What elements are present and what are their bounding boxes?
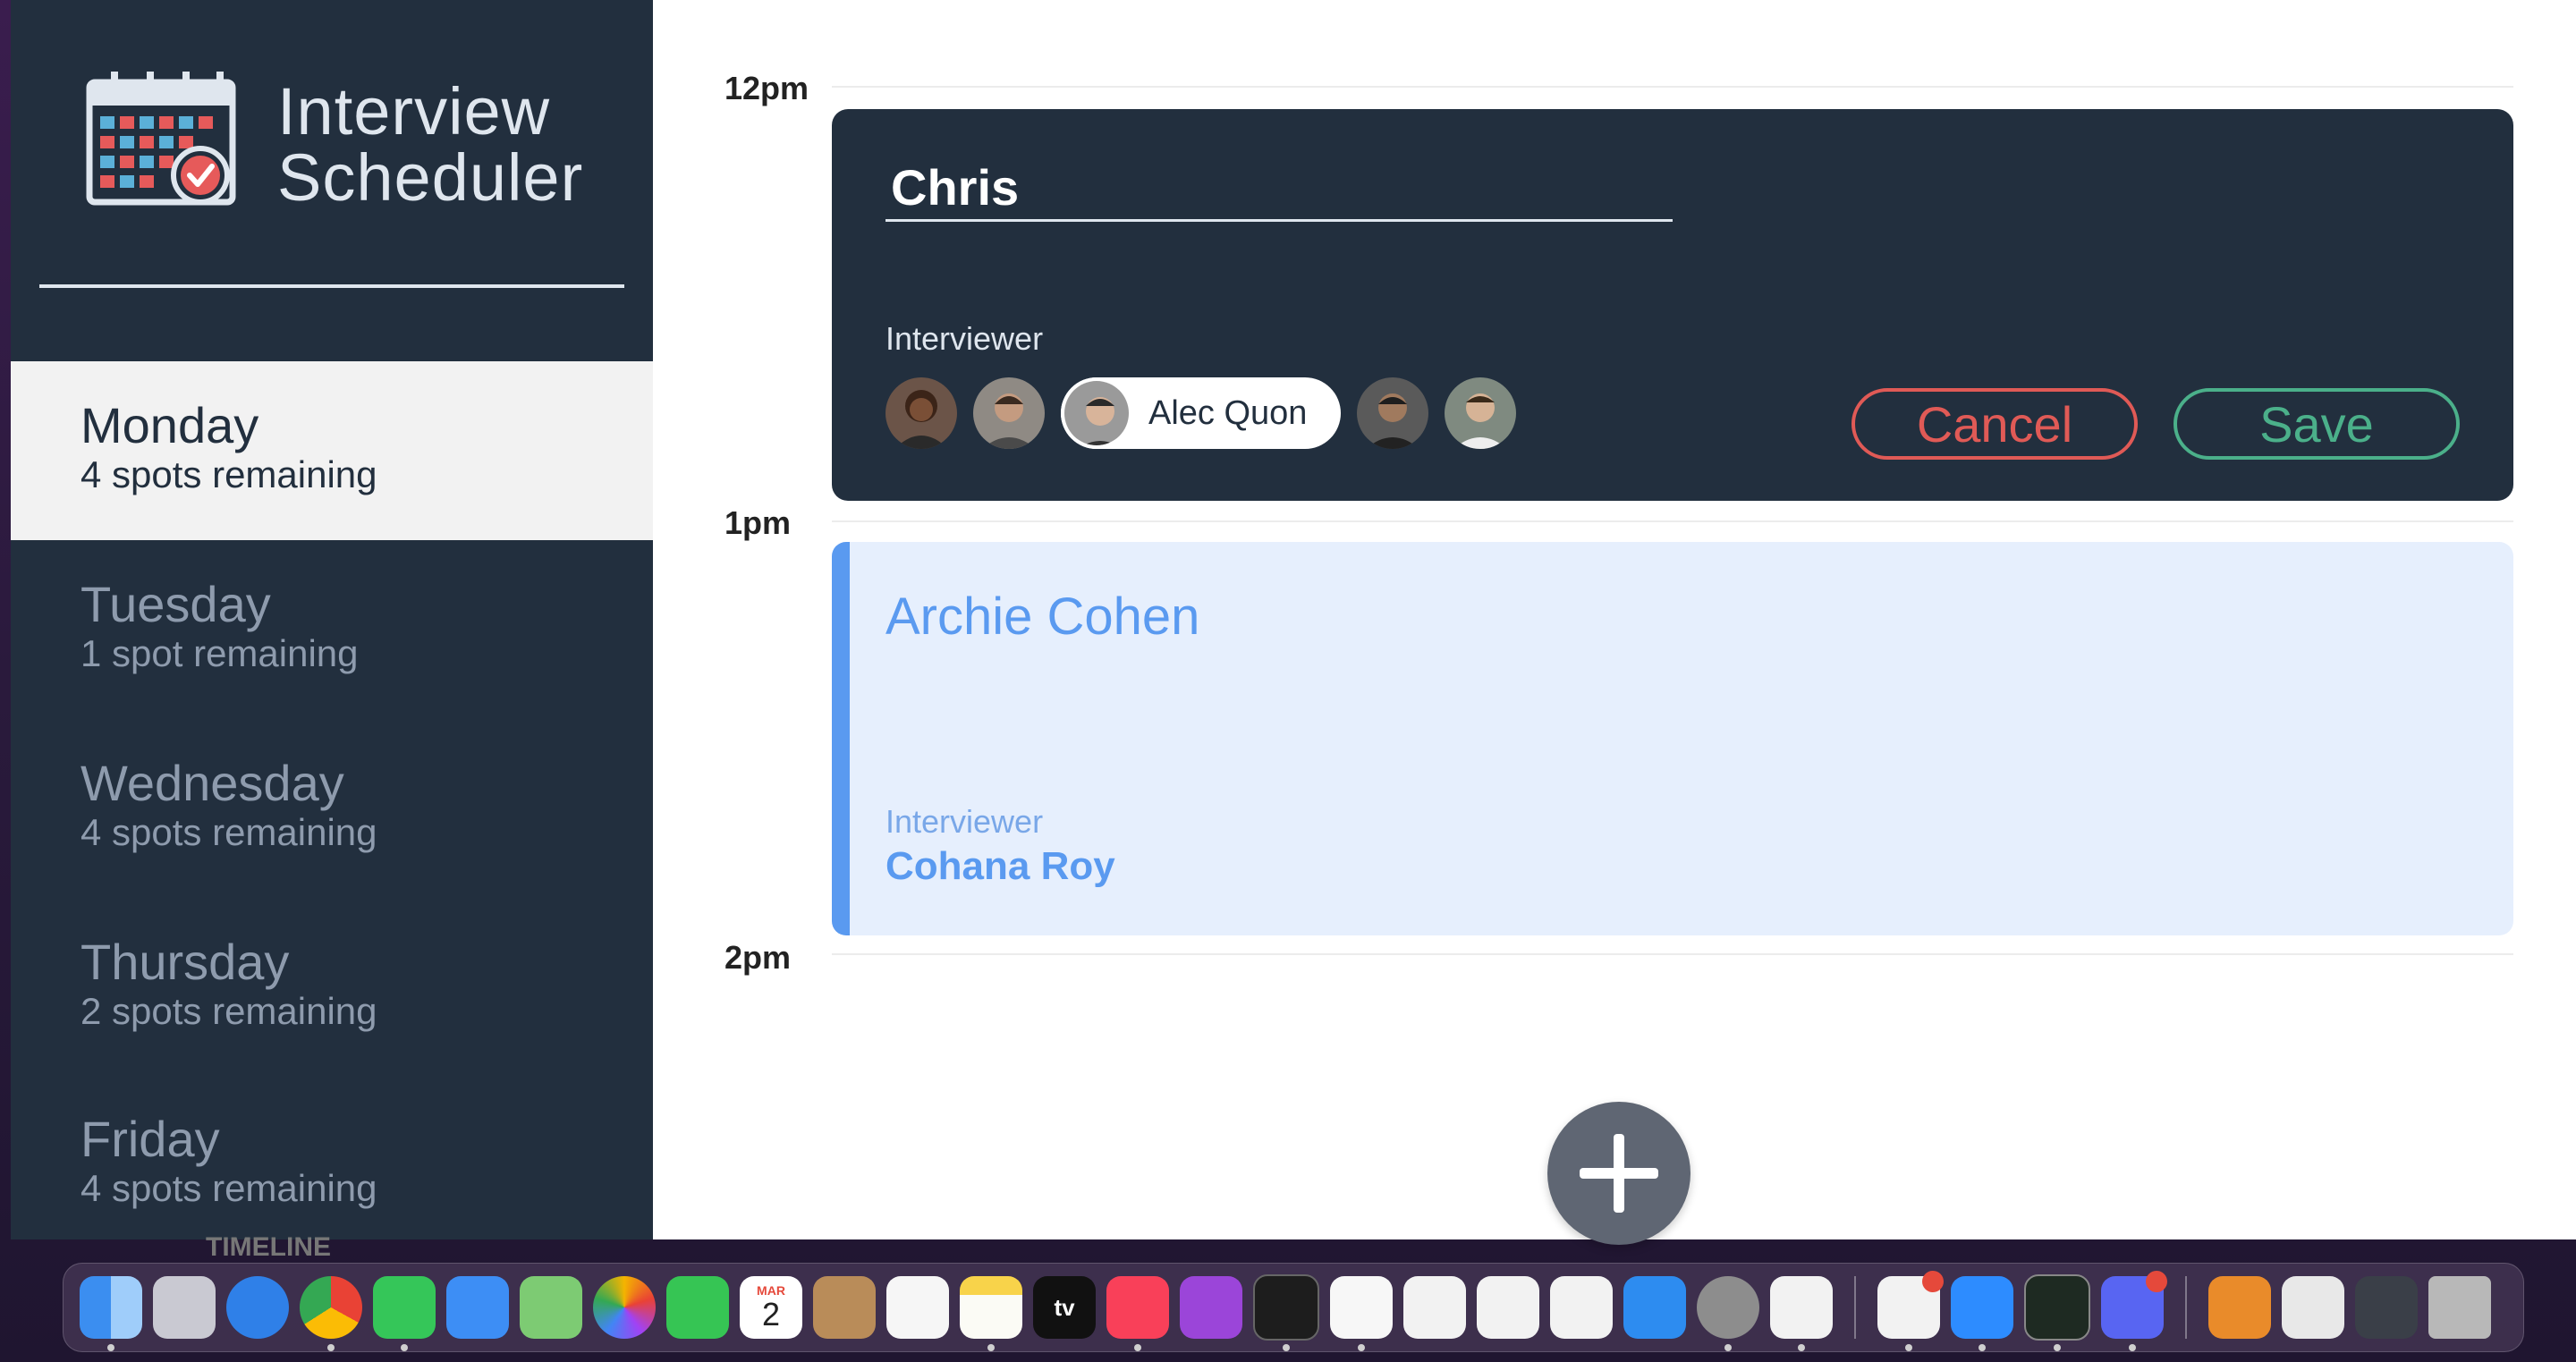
day-spots: 4 spots remaining xyxy=(80,453,377,495)
zoom-icon[interactable] xyxy=(1951,1276,2013,1351)
messages-icon[interactable] xyxy=(373,1276,436,1351)
sidebar-divider xyxy=(39,284,624,288)
interviewer-avatar xyxy=(1061,377,1132,449)
interviewer-avatar[interactable] xyxy=(1445,377,1517,449)
day-item-thursday[interactable]: Thursday 2 spots remaining xyxy=(11,898,653,1077)
launchpad-icon[interactable] xyxy=(153,1276,216,1339)
calendar-icon[interactable]: MAR 2 xyxy=(740,1276,802,1339)
interviewer-avatar[interactable] xyxy=(973,377,1045,449)
brand-line-2: Scheduler xyxy=(277,140,584,215)
podcasts-icon[interactable] xyxy=(1180,1276,1242,1339)
music-icon[interactable] xyxy=(1106,1276,1169,1351)
calendar-day: 2 xyxy=(761,1296,781,1332)
notes-icon[interactable] xyxy=(960,1276,1022,1351)
hour-divider xyxy=(832,953,2513,955)
day-spots: 4 spots remaining xyxy=(80,811,377,853)
day-spots: 2 spots remaining xyxy=(80,990,377,1032)
app-brand: Interview Scheduler xyxy=(277,79,583,211)
keynote-icon[interactable] xyxy=(1403,1276,1466,1339)
chrome-icon[interactable] xyxy=(300,1276,362,1351)
app-store-icon[interactable] xyxy=(1623,1276,1686,1339)
tv-icon[interactable]: tv xyxy=(1033,1276,1096,1339)
appointment-form: Interviewer Alec Quon Cancel Save xyxy=(832,109,2513,501)
plus-icon xyxy=(1580,1134,1658,1213)
day-name: Friday xyxy=(80,1111,220,1167)
safari-icon[interactable] xyxy=(226,1276,289,1339)
day-item-friday[interactable]: Friday 4 spots remaining xyxy=(11,1075,653,1239)
add-appointment-button[interactable] xyxy=(1547,1102,1690,1245)
sidebar: Interview Scheduler Monday 4 spots remai… xyxy=(11,0,653,1239)
hour-label: 12pm xyxy=(724,70,809,106)
day-spots: 4 spots remaining xyxy=(80,1167,377,1209)
day-spots: 1 spot remaining xyxy=(80,632,359,674)
reminders-icon[interactable] xyxy=(886,1276,949,1339)
hour-label: 1pm xyxy=(724,504,792,541)
facetime-icon[interactable] xyxy=(666,1276,729,1339)
appointment-interviewer-name: Cohana Roy xyxy=(886,844,1115,888)
photos-icon[interactable] xyxy=(593,1276,656,1339)
mail-icon[interactable] xyxy=(446,1276,509,1339)
day-name: Tuesday xyxy=(80,576,271,632)
day-item-monday[interactable]: Monday 4 spots remaining xyxy=(11,361,653,540)
news-icon[interactable] xyxy=(1330,1276,1393,1351)
day-name: Thursday xyxy=(80,934,290,990)
brand-line-1: Interview xyxy=(277,74,551,148)
preview-icon[interactable] xyxy=(2282,1276,2344,1339)
hour-divider xyxy=(832,86,2513,88)
appointment-accent-bar xyxy=(832,542,850,935)
activity-monitor-icon[interactable] xyxy=(2024,1274,2090,1351)
tv-label: tv xyxy=(1054,1293,1075,1321)
interviewer-list: Alec Quon xyxy=(886,377,1517,449)
interviewer-avatar[interactable] xyxy=(1357,377,1429,449)
save-button[interactable]: Save xyxy=(2174,388,2460,460)
pages-icon[interactable] xyxy=(1550,1276,1613,1339)
terminal-icon[interactable] xyxy=(1253,1274,1319,1351)
contacts-icon[interactable] xyxy=(813,1276,876,1339)
desktop-icon[interactable] xyxy=(2355,1276,2418,1339)
sourcetree-icon[interactable] xyxy=(2208,1276,2271,1339)
dock-separator xyxy=(1854,1276,1856,1339)
selected-interviewer-chip[interactable]: Alec Quon xyxy=(1061,377,1342,449)
finder-icon[interactable] xyxy=(80,1276,142,1351)
appointment-interviewer-label: Interviewer xyxy=(886,803,1044,840)
macos-dock: MAR 2 tv xyxy=(63,1263,2524,1352)
hour-divider xyxy=(832,520,2513,522)
interviewer-label: Interviewer xyxy=(886,320,1044,357)
background-timeline-label: TIMELINE xyxy=(206,1232,331,1262)
schedule-panel: 12pm Interviewer Alec Quon xyxy=(653,0,2576,1245)
discord-icon[interactable] xyxy=(2101,1271,2167,1351)
cancel-button[interactable]: Cancel xyxy=(1852,388,2138,460)
hour-label: 2pm xyxy=(724,939,792,976)
selected-interviewer-name: Alec Quon xyxy=(1148,393,1308,432)
calendar-logo-icon xyxy=(84,70,245,213)
trash-icon[interactable] xyxy=(2428,1276,2491,1339)
day-name: Wednesday xyxy=(80,755,344,811)
vscode-icon[interactable] xyxy=(1770,1276,1833,1351)
interviewer-avatar[interactable] xyxy=(886,377,957,449)
system-settings-icon[interactable] xyxy=(1697,1276,1759,1351)
day-item-wednesday[interactable]: Wednesday 4 spots remaining xyxy=(11,719,653,898)
slack-icon[interactable] xyxy=(1877,1271,1944,1351)
maps-icon[interactable] xyxy=(520,1276,582,1339)
day-item-tuesday[interactable]: Tuesday 1 spot remaining xyxy=(11,540,653,719)
appointment-student: Archie Cohen xyxy=(886,588,1200,646)
numbers-icon[interactable] xyxy=(1477,1276,1539,1339)
dock-separator xyxy=(2185,1276,2187,1339)
day-name: Monday xyxy=(80,397,259,453)
appointment-card[interactable]: Archie Cohen Interviewer Cohana Roy xyxy=(832,542,2513,935)
student-name-input[interactable] xyxy=(886,156,1673,222)
